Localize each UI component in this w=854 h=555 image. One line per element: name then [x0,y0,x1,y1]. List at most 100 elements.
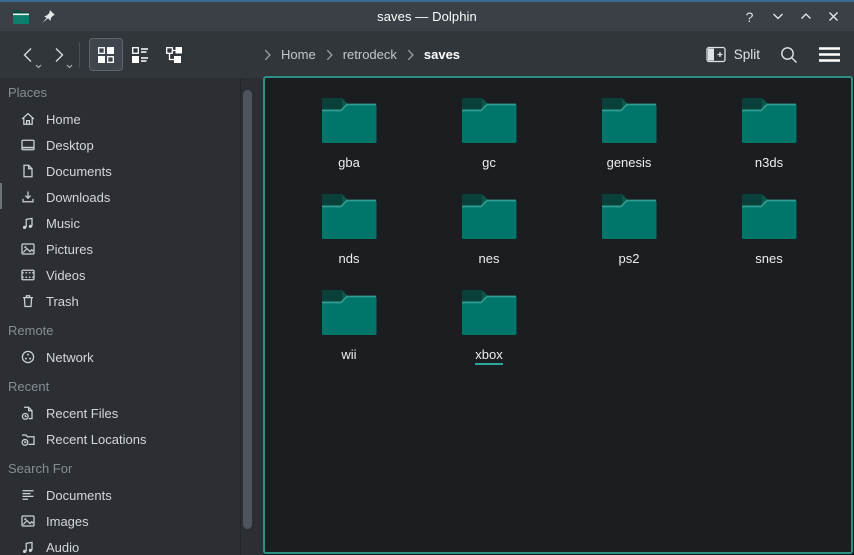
folder-wii[interactable]: wii [279,280,419,376]
sidebar-item-music[interactable]: Music [0,210,263,236]
sidebar-item-recent-locations[interactable]: Recent Locations [0,426,263,452]
sidebar-section-remote: Remote [0,318,263,344]
arrow-forward-icon [51,46,67,64]
sidebar-item-documents[interactable]: Documents [0,482,263,508]
folder-icon [740,96,798,148]
breadcrumb-item-home[interactable]: Home [278,47,319,62]
breadcrumb-current: saves [421,47,463,62]
folder-xbox[interactable]: xbox [419,280,559,376]
folder-icon [600,96,658,148]
titlebar-left [12,9,56,25]
help-button[interactable]: ? [741,8,758,25]
sidebar-item-label: Recent Locations [46,432,146,447]
folder-label: snes [755,251,782,266]
toolbar-right: Split [706,31,841,78]
folder-ps2[interactable]: ps2 [559,184,699,280]
folder-label: nes [479,251,500,266]
sidebar-scrollbar[interactable] [243,90,252,529]
maximize-button[interactable] [797,8,814,25]
back-button[interactable] [12,39,43,71]
desktop-icon [20,137,36,153]
chevron-down-icon [772,12,784,21]
text-lines-icon [20,487,36,503]
home-icon [20,111,36,127]
sidebar-item-label: Music [46,216,80,231]
document-icon [20,163,36,179]
music-note-icon [20,539,36,555]
view-mode-group [89,38,191,71]
sidebar-item-label: Videos [46,268,86,283]
minimize-button[interactable] [769,8,786,25]
folder-icon [600,192,658,244]
sidebar-item-downloads[interactable]: Downloads [0,184,263,210]
places-panel: PlacesHomeDesktopDocumentsDownloadsMusic… [0,78,263,555]
folder-icon [320,192,378,244]
folder-icon [320,96,378,148]
titlebar[interactable]: saves — Dolphin ? [0,2,854,31]
folder-icon [460,96,518,148]
search-icon[interactable] [779,45,799,65]
sidebar-item-home[interactable]: Home [0,106,263,132]
recent-folder-icon [20,431,36,447]
image-icon [20,513,36,529]
toolbar-separator [79,42,80,68]
sidebar-item-trash[interactable]: Trash [0,288,263,314]
folder-gba[interactable]: gba [279,88,419,184]
details-view-icon [131,46,149,64]
chevron-up-icon [800,12,812,21]
sidebar-section-search-for: Search For [0,456,263,482]
sidebar-section-recent: Recent [0,374,263,400]
network-icon [20,349,36,365]
sidebar-item-label: Downloads [46,190,110,205]
folder-label: genesis [607,155,652,170]
folder-label: ps2 [619,251,640,266]
folder-icon [460,288,518,340]
breadcrumb-item-retrodeck[interactable]: retrodeck [340,47,400,62]
dolphin-window: saves — Dolphin ? [0,0,854,555]
folder-label: gba [338,155,360,170]
folder-view[interactable]: gba gc genesis n3ds nds nes ps2 snes wii… [263,76,853,554]
sidebar-item-desktop[interactable]: Desktop [0,132,263,158]
icons-view-icon [97,46,115,64]
sidebar-item-recent-files[interactable]: Recent Files [0,400,263,426]
trash-icon [20,293,36,309]
film-icon [20,267,36,283]
window-edge-highlight [0,183,2,209]
sidebar-item-pictures[interactable]: Pictures [0,236,263,262]
folder-genesis[interactable]: genesis [559,88,699,184]
sidebar-section-places: Places [0,80,263,106]
sidebar-item-label: Documents [46,488,112,503]
sidebar-item-label: Network [46,350,94,365]
forward-button[interactable] [43,39,74,71]
folder-n3ds[interactable]: n3ds [699,88,839,184]
nav-cluster [12,31,191,78]
folder-app-icon [12,9,30,25]
tree-view-icon [165,46,183,64]
folder-nes[interactable]: nes [419,184,559,280]
sidebar-item-images[interactable]: Images [0,508,263,534]
sidebar-item-label: Trash [46,294,79,309]
sidebar-item-videos[interactable]: Videos [0,262,263,288]
folder-label: wii [341,347,356,362]
pin-icon[interactable] [41,9,56,24]
folder-nds[interactable]: nds [279,184,419,280]
details-view-button[interactable] [123,38,157,71]
sidebar-item-audio[interactable]: Audio [0,534,263,555]
breadcrumb: Home retrodeck saves [264,31,463,78]
hamburger-menu-icon[interactable] [818,46,841,63]
tree-view-button[interactable] [157,38,191,71]
icons-view-button[interactable] [89,38,123,71]
sidebar-item-network[interactable]: Network [0,344,263,370]
back-dropdown-caret-icon [35,64,42,69]
close-button[interactable] [825,8,842,25]
close-icon [828,11,839,22]
chevron-right-icon [264,49,271,61]
split-view-icon [706,46,726,63]
folder-snes[interactable]: snes [699,184,839,280]
folder-label: gc [482,155,496,170]
sidebar-item-documents[interactable]: Documents [0,158,263,184]
folder-icon [320,288,378,340]
forward-dropdown-caret-icon [66,64,73,69]
folder-gc[interactable]: gc [419,88,559,184]
split-button[interactable]: Split [706,46,760,63]
